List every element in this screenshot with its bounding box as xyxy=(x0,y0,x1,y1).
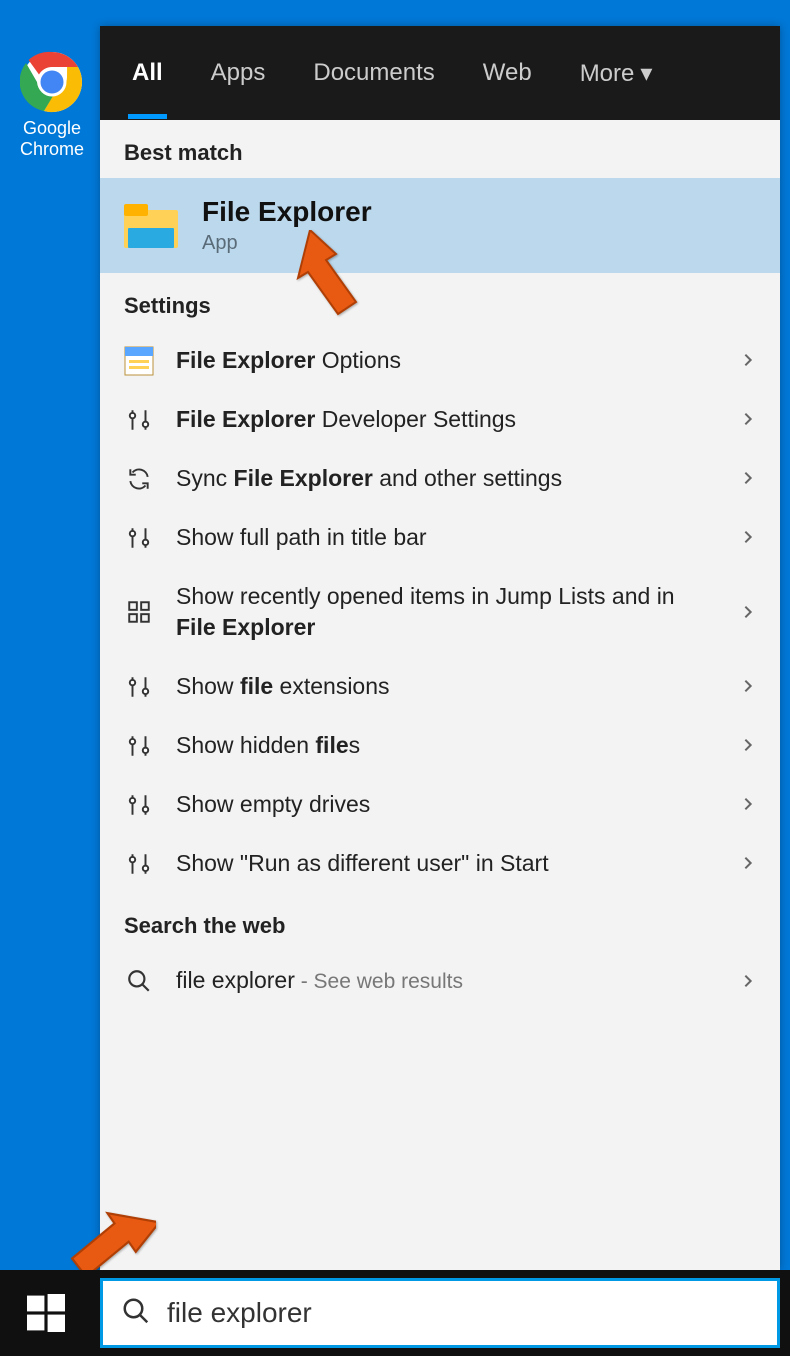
file-explorer-icon xyxy=(124,204,178,248)
search-input[interactable] xyxy=(167,1297,759,1329)
sliders-icon xyxy=(124,792,154,818)
start-button[interactable] xyxy=(0,1270,92,1356)
result-text: Show empty drives xyxy=(176,789,718,820)
web-result-term: file explorer xyxy=(176,967,295,993)
result-text: Sync File Explorer and other settings xyxy=(176,463,718,494)
tab-documents[interactable]: Documents xyxy=(309,27,438,119)
result-text: Show file extensions xyxy=(176,671,718,702)
sliders-icon xyxy=(124,851,154,877)
settings-result[interactable]: File Explorer Developer Settings xyxy=(100,390,780,449)
settings-result[interactable]: Show hidden files xyxy=(100,716,780,775)
sliders-icon xyxy=(124,407,154,433)
result-text: File Explorer Options xyxy=(176,345,718,376)
grid-icon xyxy=(124,599,154,625)
settings-result[interactable]: Show empty drives xyxy=(100,775,780,834)
chevron-right-icon xyxy=(740,465,756,492)
search-tabs: All Apps Documents Web More▾ xyxy=(100,26,780,120)
best-match-result[interactable]: File Explorer App xyxy=(100,178,780,273)
desktop-shortcut-label: Google Chrome xyxy=(12,118,92,160)
sliders-icon xyxy=(124,525,154,551)
result-text: File Explorer Developer Settings xyxy=(176,404,718,435)
chrome-icon xyxy=(20,50,84,114)
desktop-shortcut-chrome[interactable]: Google Chrome xyxy=(12,50,92,160)
chevron-right-icon xyxy=(740,791,756,818)
chevron-right-icon xyxy=(740,732,756,759)
settings-result[interactable]: Sync File Explorer and other settings xyxy=(100,449,780,508)
settings-result[interactable]: Show recently opened items in Jump Lists… xyxy=(100,567,780,657)
tab-web[interactable]: Web xyxy=(479,27,536,119)
section-settings: Settings xyxy=(100,273,780,331)
sliders-icon xyxy=(124,733,154,759)
chevron-right-icon xyxy=(740,968,756,995)
web-result-sub: - See web results xyxy=(295,970,463,993)
web-result[interactable]: file explorer - See web results xyxy=(100,951,780,1010)
search-icon xyxy=(124,968,154,994)
best-match-title: File Explorer xyxy=(202,196,372,228)
tab-more[interactable]: More▾ xyxy=(576,27,657,120)
settings-result[interactable]: Show file extensions xyxy=(100,657,780,716)
tab-apps[interactable]: Apps xyxy=(207,27,270,119)
settings-result[interactable]: File Explorer Options xyxy=(100,331,780,390)
result-text: Show recently opened items in Jump Lists… xyxy=(176,581,718,643)
chevron-right-icon xyxy=(740,850,756,877)
section-search-web: Search the web xyxy=(100,893,780,951)
settings-result[interactable]: Show "Run as different user" in Start xyxy=(100,834,780,893)
sync-icon xyxy=(124,466,154,492)
chevron-right-icon xyxy=(740,347,756,374)
taskbar-search-box[interactable] xyxy=(100,1278,780,1348)
annotation-arrow-best-match xyxy=(290,230,370,325)
result-text: Show full path in title bar xyxy=(176,522,718,553)
chevron-right-icon xyxy=(740,524,756,551)
section-best-match: Best match xyxy=(100,120,780,178)
options-icon xyxy=(124,346,154,376)
settings-result[interactable]: Show full path in title bar xyxy=(100,508,780,567)
tab-all[interactable]: All xyxy=(128,27,167,119)
result-text: Show hidden files xyxy=(176,730,718,761)
chevron-right-icon xyxy=(740,406,756,433)
chevron-right-icon xyxy=(740,673,756,700)
chevron-down-icon: ▾ xyxy=(640,60,652,87)
windows-logo-icon xyxy=(27,1294,65,1332)
sliders-icon xyxy=(124,674,154,700)
chevron-right-icon xyxy=(740,599,756,626)
start-search-panel: All Apps Documents Web More▾ Best match … xyxy=(100,26,780,1270)
search-icon xyxy=(121,1296,151,1331)
result-text: Show "Run as different user" in Start xyxy=(176,848,718,879)
